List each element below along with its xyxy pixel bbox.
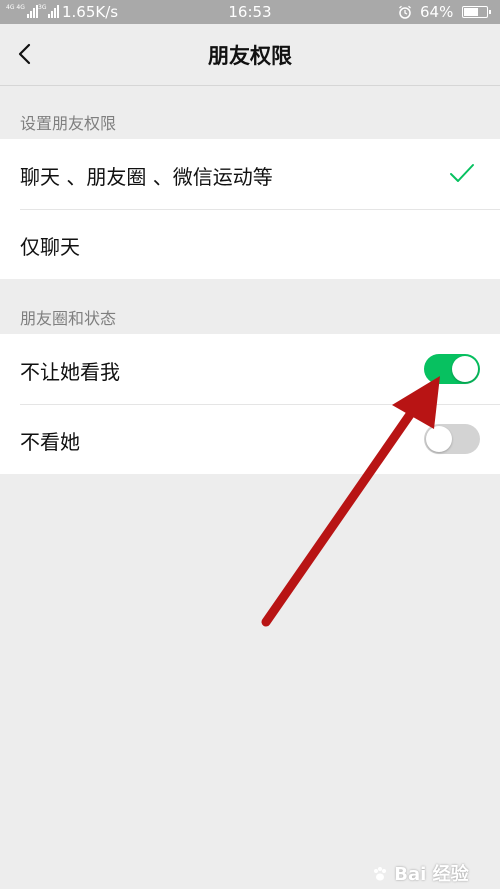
option-chat-moments-sports[interactable]: 聊天 、朋友圈 、微信运动等 — [0, 139, 500, 209]
setting-label: 不看她 — [20, 430, 80, 454]
option-chat-only[interactable]: 仅聊天 — [0, 209, 500, 279]
checkmark-icon — [450, 164, 474, 182]
baidu-paw-icon — [374, 867, 386, 881]
battery-icon — [462, 6, 491, 18]
setting-hide-her-moments: 不看她 — [0, 404, 500, 474]
section-header-moments-status: 朋友圈和状态 — [20, 309, 117, 328]
watermark-text: Bai 经验 — [394, 864, 469, 885]
page-title: 朋友权限 — [208, 44, 292, 68]
status-bar: 4G 4G 3G 1.65K/s 16:53 64% — [0, 0, 500, 24]
nav-bar: 朋友权限 — [0, 24, 500, 86]
battery-percent: 64% — [420, 3, 454, 21]
permission-options-group: 聊天 、朋友圈 、微信运动等 仅聊天 — [0, 139, 500, 279]
watermark: Bai 经验 — [372, 860, 469, 886]
hide-my-moments-toggle[interactable] — [424, 354, 480, 384]
alarm-icon — [399, 5, 411, 19]
moments-settings-group: 不让她看我 不看她 — [0, 334, 500, 474]
setting-label: 不让她看我 — [20, 360, 120, 384]
option-label: 聊天 、朋友圈 、微信运动等 — [20, 165, 273, 189]
hide-her-moments-toggle[interactable] — [424, 424, 480, 454]
section-header-permissions: 设置朋友权限 — [20, 114, 117, 133]
option-label: 仅聊天 — [20, 235, 80, 259]
setting-hide-my-moments: 不让她看我 — [0, 334, 500, 404]
